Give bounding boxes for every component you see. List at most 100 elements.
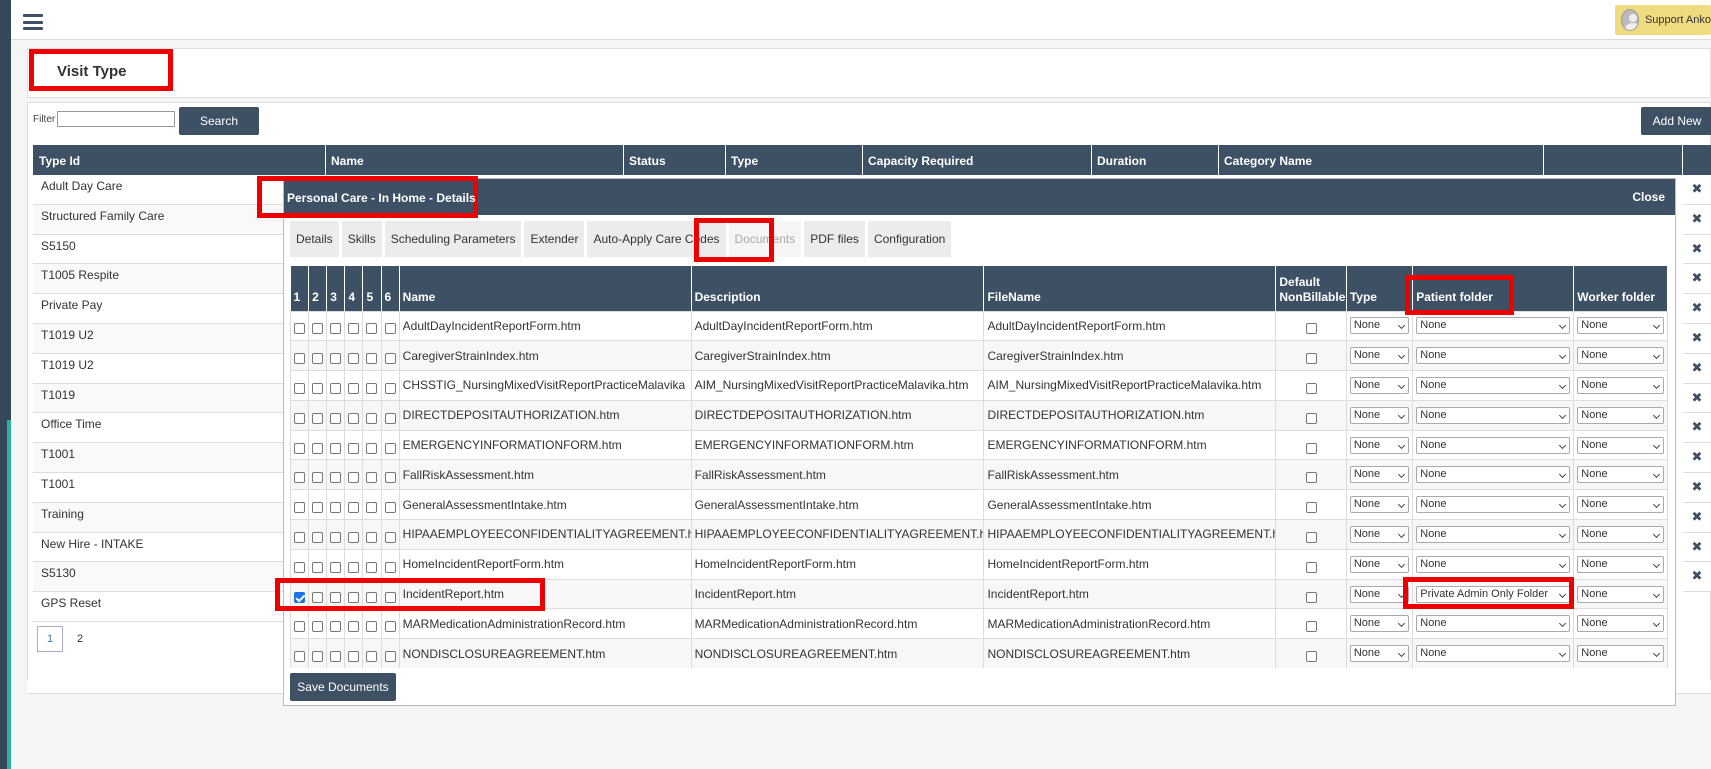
- x-icon[interactable]: ✖: [1683, 294, 1711, 324]
- column-header-status[interactable]: Status: [629, 154, 666, 168]
- worker-folder-select[interactable]: None: [1577, 585, 1664, 603]
- include-checkbox-5[interactable]: [366, 591, 378, 603]
- worker-folder-select[interactable]: None: [1577, 466, 1664, 484]
- table-row[interactable]: T1019 U2: [33, 353, 283, 384]
- include-checkbox-3[interactable]: [330, 323, 342, 335]
- table-row[interactable]: T1001: [33, 443, 283, 473]
- table-row[interactable]: Office Time: [33, 413, 283, 444]
- include-checkbox-5[interactable]: [366, 621, 378, 633]
- type-select[interactable]: None: [1349, 615, 1410, 633]
- include-checkbox-1[interactable]: [294, 502, 306, 514]
- save-documents-button[interactable]: Save Documents: [290, 673, 396, 701]
- table-row[interactable]: S5130: [33, 562, 283, 593]
- include-checkbox-5[interactable]: [366, 531, 378, 543]
- include-checkbox-3[interactable]: [330, 531, 342, 543]
- x-icon[interactable]: ✖: [1683, 234, 1711, 265]
- include-checkbox-4[interactable]: [348, 442, 360, 454]
- nonbillable-checkbox[interactable]: [1305, 412, 1317, 424]
- table-row[interactable]: Training: [33, 502, 283, 533]
- include-checkbox-6[interactable]: [384, 323, 396, 335]
- x-icon[interactable]: ✖: [1683, 443, 1711, 473]
- table-row[interactable]: S5150: [33, 234, 283, 265]
- tab-details[interactable]: Details: [290, 221, 339, 257]
- x-icon[interactable]: ✖: [1683, 562, 1711, 593]
- x-icon[interactable]: ✖: [1683, 413, 1711, 444]
- include-checkbox-3[interactable]: [330, 412, 342, 424]
- patient-folder-select[interactable]: None: [1416, 496, 1571, 514]
- table-row[interactable]: T1001: [33, 472, 283, 503]
- include-checkbox-4[interactable]: [348, 472, 360, 484]
- nonbillable-checkbox[interactable]: [1305, 621, 1317, 633]
- table-row[interactable]: T1019 U2: [33, 323, 283, 354]
- type-select[interactable]: None: [1349, 466, 1410, 484]
- include-checkbox-3[interactable]: [330, 382, 342, 394]
- type-select[interactable]: None: [1349, 645, 1410, 663]
- include-checkbox-3[interactable]: [330, 442, 342, 454]
- patient-folder-select[interactable]: None: [1416, 347, 1571, 365]
- include-checkbox-5[interactable]: [366, 472, 378, 484]
- tab-skills[interactable]: Skills: [341, 221, 382, 257]
- include-checkbox-1[interactable]: [294, 561, 306, 573]
- include-checkbox-2[interactable]: [312, 651, 324, 663]
- include-checkbox-1[interactable]: [294, 442, 306, 454]
- include-checkbox-6[interactable]: [384, 412, 396, 424]
- patient-folder-select[interactable]: None: [1416, 615, 1571, 633]
- table-row[interactable]: Structured Family Care: [33, 204, 283, 235]
- include-checkbox-2[interactable]: [312, 353, 324, 365]
- include-checkbox-2[interactable]: [312, 442, 324, 454]
- tab-scheduling-parameters[interactable]: Scheduling Parameters: [384, 221, 522, 257]
- nonbillable-checkbox[interactable]: [1305, 651, 1317, 663]
- column-header-duration[interactable]: Duration: [1097, 154, 1146, 168]
- filter-input[interactable]: [57, 111, 175, 127]
- table-row[interactable]: New Hire - INTAKE: [33, 532, 283, 563]
- table-row[interactable]: Adult Day Care: [33, 175, 283, 205]
- table-row[interactable]: T1005 Respite: [33, 264, 283, 295]
- worker-folder-select[interactable]: None: [1577, 645, 1664, 663]
- include-checkbox-2[interactable]: [312, 323, 324, 335]
- x-icon[interactable]: ✖: [1683, 264, 1711, 295]
- include-checkbox-4[interactable]: [348, 651, 360, 663]
- include-checkbox-6[interactable]: [384, 353, 396, 365]
- nonbillable-checkbox[interactable]: [1305, 472, 1317, 484]
- include-checkbox-1[interactable]: [294, 591, 306, 603]
- nonbillable-checkbox[interactable]: [1305, 561, 1317, 573]
- column-header-type-id[interactable]: Type Id: [39, 154, 80, 168]
- nonbillable-checkbox[interactable]: [1305, 353, 1317, 365]
- include-checkbox-4[interactable]: [348, 561, 360, 573]
- x-icon[interactable]: ✖: [1683, 502, 1711, 533]
- include-checkbox-4[interactable]: [348, 591, 360, 603]
- include-checkbox-3[interactable]: [330, 651, 342, 663]
- include-checkbox-4[interactable]: [348, 531, 360, 543]
- include-checkbox-2[interactable]: [312, 561, 324, 573]
- type-select[interactable]: None: [1349, 525, 1410, 543]
- search-button[interactable]: Search: [179, 107, 259, 135]
- include-checkbox-3[interactable]: [330, 621, 342, 633]
- include-checkbox-1[interactable]: [294, 353, 306, 365]
- type-select[interactable]: None: [1349, 376, 1410, 394]
- type-select[interactable]: None: [1349, 347, 1410, 365]
- tab-extender[interactable]: Extender: [524, 221, 585, 257]
- include-checkbox-1[interactable]: [294, 382, 306, 394]
- patient-folder-select[interactable]: Private Admin Only Folder: [1416, 585, 1571, 603]
- include-checkbox-5[interactable]: [366, 323, 378, 335]
- type-select[interactable]: None: [1349, 436, 1410, 454]
- include-checkbox-5[interactable]: [366, 442, 378, 454]
- x-icon[interactable]: ✖: [1683, 353, 1711, 384]
- worker-folder-select[interactable]: None: [1577, 347, 1664, 365]
- close-button[interactable]: Close: [1632, 190, 1665, 204]
- include-checkbox-1[interactable]: [294, 472, 306, 484]
- include-checkbox-2[interactable]: [312, 531, 324, 543]
- include-checkbox-3[interactable]: [330, 472, 342, 484]
- include-checkbox-2[interactable]: [312, 472, 324, 484]
- patient-folder-select[interactable]: None: [1416, 317, 1571, 335]
- include-checkbox-5[interactable]: [366, 561, 378, 573]
- patient-folder-select[interactable]: None: [1416, 525, 1571, 543]
- include-checkbox-1[interactable]: [294, 323, 306, 335]
- nonbillable-checkbox[interactable]: [1305, 502, 1317, 514]
- include-checkbox-5[interactable]: [366, 502, 378, 514]
- patient-folder-select[interactable]: None: [1416, 376, 1571, 394]
- x-icon[interactable]: ✖: [1683, 204, 1711, 235]
- include-checkbox-2[interactable]: [312, 621, 324, 633]
- patient-folder-select[interactable]: None: [1416, 645, 1571, 663]
- include-checkbox-3[interactable]: [330, 353, 342, 365]
